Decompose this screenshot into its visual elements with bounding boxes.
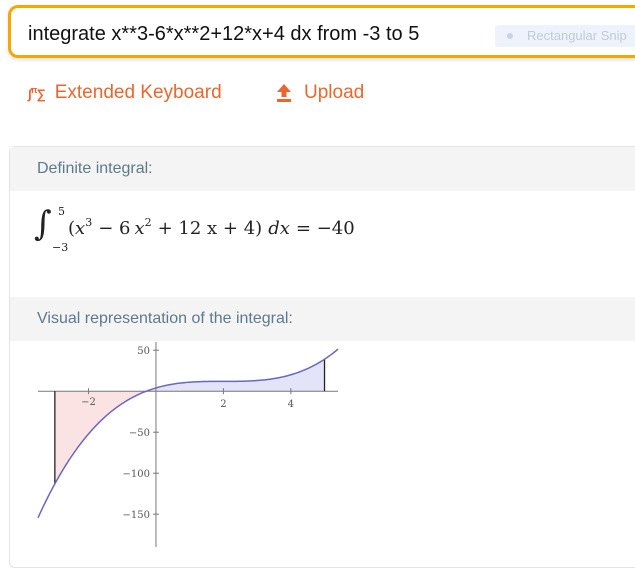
search-bar[interactable]: Rectangular Snip [8,5,635,58]
x-tick-label: 2 [220,399,226,410]
results-card: Definite integral: ∫ 5 −3 (x3− 6 x2 + 12 x… [9,146,635,568]
y-tick-label: −150 [123,510,150,521]
x-tick-label: 4 [288,399,294,410]
integral-sign-icon: ∫ [34,204,52,244]
extended-keyboard-label: Extended Keyboard [54,82,222,103]
keyboard-math-icon: ∫π∑ [28,84,46,102]
upload-arrow-icon [277,84,291,102]
snip-dot-icon [507,33,513,39]
axis-ticks: −2 2 4 50 −50 −100 −150 [81,346,294,521]
y-tick-label: −50 [129,428,150,439]
integral-plot: −2 2 4 50 −50 −100 −150 [37,342,339,547]
upload-label: Upload [304,82,365,103]
y-tick-label: −100 [123,469,150,480]
definite-integral-header: Definite integral: [10,147,635,191]
y-tick-label: 50 [137,346,150,357]
definite-integral-formula: ∫ 5 −3 (x3− 6 x2 + 12 x + 4) dx = −40 [34,204,355,254]
upload-button[interactable]: Upload [276,80,364,106]
search-input[interactable] [28,21,483,47]
rectangular-snip-tag: Rectangular Snip [495,25,635,47]
visual-representation-header: Visual representation of the integral: [10,297,635,341]
integrand: (x3− 6 x2 + 12 x + 4) dx = −40 [68,216,355,239]
extended-keyboard-button[interactable]: ∫π∑ Extended Keyboard [28,80,222,106]
positive-area-shade [146,359,325,392]
x-tick-label: −2 [81,397,96,408]
snip-tag-label: Rectangular Snip [527,28,627,43]
upper-limit: 5 [58,205,65,218]
lower-limit: −3 [52,241,68,254]
